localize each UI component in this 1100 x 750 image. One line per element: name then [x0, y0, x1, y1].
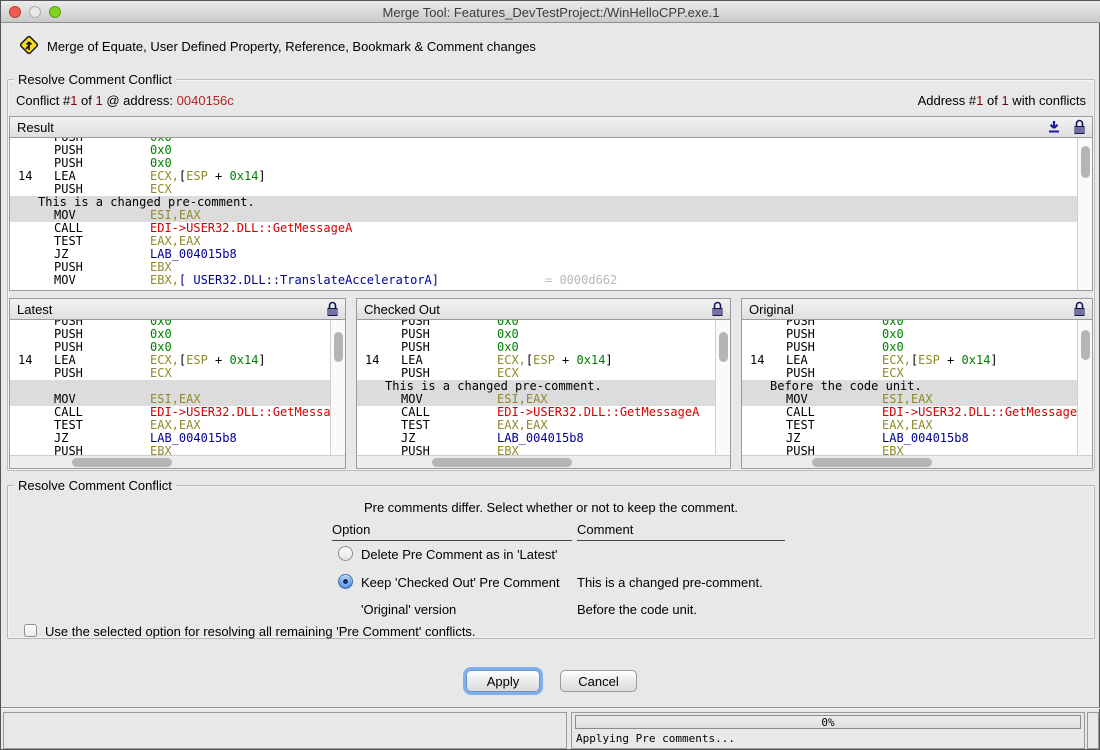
conflict-counter: Conflict #1 of 1 @ address: 0040156c	[16, 93, 234, 108]
option-column-header: Option	[332, 522, 572, 541]
group1-legend: Resolve Comment Conflict	[14, 72, 176, 87]
lock-icon[interactable]	[710, 301, 725, 320]
group2-legend: Resolve Comment Conflict	[14, 478, 176, 493]
option-label: Delete Pre Comment as in 'Latest'	[361, 547, 557, 562]
checkedout-horizontal-scrollbar[interactable]	[357, 455, 730, 468]
download-arrow-icon[interactable]	[1046, 119, 1062, 138]
option-label: Keep 'Checked Out' Pre Comment	[361, 575, 560, 590]
original-horizontal-scrollbar[interactable]	[742, 455, 1092, 468]
radio-keep-checkedout[interactable]	[338, 574, 353, 589]
code-line[interactable]: PUSHEBX	[357, 445, 715, 455]
comment-column-header: Comment	[577, 522, 785, 541]
code-line[interactable]: PUSHEBX	[10, 445, 330, 455]
resize-grip[interactable]	[1087, 712, 1099, 749]
result-panel: Result PUSH0x0PUSH0x0PUSH0x014LEAECX,[ES…	[9, 116, 1093, 291]
lock-icon[interactable]	[1072, 119, 1087, 138]
latest-horizontal-scrollbar[interactable]	[10, 455, 345, 468]
checkedout-panel: Checked Out PUSH0x0PUSH0x0PUSH0x014LEAEC…	[356, 298, 731, 469]
option-comment: This is a changed pre-comment.	[577, 575, 763, 590]
checkedout-panel-title: Checked Out	[364, 302, 440, 317]
merge-sign-icon	[17, 33, 41, 60]
checkedout-vertical-scrollbar[interactable]	[715, 320, 730, 455]
window-titlebar[interactable]: Merge Tool: Features_DevTestProject:/Win…	[1, 1, 1100, 23]
result-panel-title: Result	[17, 120, 54, 135]
lock-icon[interactable]	[325, 301, 340, 320]
checkedout-listing[interactable]: PUSH0x0PUSH0x0PUSH0x014LEAECX,[ESP + 0x1…	[357, 320, 715, 455]
status-message-area	[3, 712, 567, 749]
progress-message: Applying Pre comments...	[576, 732, 735, 745]
code-line[interactable]: MOVEBX,[ USER32.DLL::TranslateAccelerato…	[10, 274, 1077, 287]
code-line[interactable]: PUSHEBX	[742, 445, 1077, 455]
checkedout-panel-header: Checked Out	[357, 299, 730, 320]
progress-bar: 0%	[575, 715, 1081, 729]
result-listing[interactable]: PUSH0x0PUSH0x0PUSH0x014LEAECX,[ESP + 0x1…	[10, 138, 1077, 290]
original-panel: Original PUSH0x0PUSH0x0PUSH0x014LEAECX,[…	[741, 298, 1093, 469]
result-vertical-scrollbar[interactable]	[1077, 138, 1092, 290]
use-for-all-label: Use the selected option for resolving al…	[45, 624, 476, 639]
apply-button[interactable]: Apply	[466, 670, 540, 692]
original-listing[interactable]: PUSH0x0PUSH0x0PUSH0x014LEAECX,[ESP + 0x1…	[742, 320, 1077, 455]
latest-panel-header: Latest	[10, 299, 345, 320]
result-panel-header: Result	[10, 117, 1092, 138]
merge-banner: Merge of Equate, User Defined Property, …	[1, 24, 1100, 68]
progress-area: 0% Applying Pre comments...	[571, 712, 1085, 749]
original-panel-header: Original	[742, 299, 1092, 320]
resolve-conflict-group-bottom: Resolve Comment Conflict Pre comments di…	[7, 485, 1095, 639]
resolve-instruction: Pre comments differ. Select whether or n…	[8, 500, 1094, 515]
latest-panel-title: Latest	[17, 302, 52, 317]
cancel-button[interactable]: Cancel	[560, 670, 637, 692]
original-panel-title: Original	[749, 302, 794, 317]
radio-delete-latest[interactable]	[338, 546, 353, 561]
option-comment: Before the code unit.	[577, 602, 697, 617]
use-for-all-checkbox[interactable]	[24, 624, 37, 637]
window-title: Merge Tool: Features_DevTestProject:/Win…	[1, 5, 1100, 20]
latest-listing[interactable]: PUSH0x0PUSH0x0PUSH0x014LEAECX,[ESP + 0x1…	[10, 320, 330, 455]
code-line[interactable]: PUSHECX	[10, 367, 330, 380]
status-divider	[1, 707, 1100, 709]
lock-icon[interactable]	[1072, 301, 1087, 320]
option-label: 'Original' version	[361, 602, 456, 617]
latest-vertical-scrollbar[interactable]	[330, 320, 345, 455]
address-counter: Address #1 of 1 with conflicts	[918, 93, 1086, 108]
banner-message: Merge of Equate, User Defined Property, …	[47, 39, 536, 54]
latest-panel: Latest PUSH0x0PUSH0x0PUSH0x014LEAECX,[ES…	[9, 298, 346, 469]
original-vertical-scrollbar[interactable]	[1077, 320, 1092, 455]
